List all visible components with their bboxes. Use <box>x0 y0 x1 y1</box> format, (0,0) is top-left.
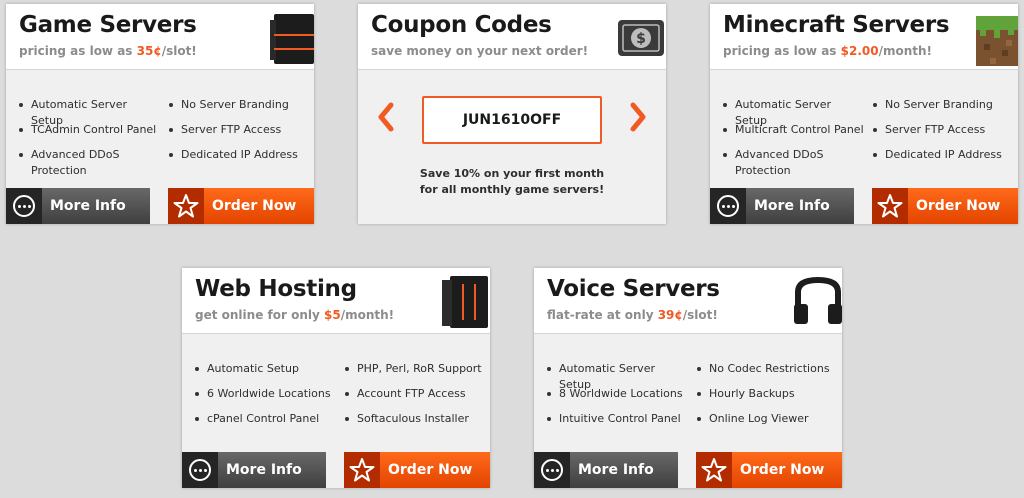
price: $2.00 <box>840 44 879 58</box>
coupon-description: Save 10% on your first month for all mon… <box>358 166 666 198</box>
feature-item: 8 Worldwide Locations <box>547 386 689 402</box>
order-icon-box <box>696 452 732 488</box>
feature-item: cPanel Control Panel <box>195 411 337 427</box>
voice-servers-card: Voice Servers flat-rate at only 39¢/slot… <box>534 268 842 488</box>
price: 35¢ <box>136 44 162 58</box>
ellipsis-icon <box>541 459 563 481</box>
order-now-button[interactable]: Order Now <box>696 452 842 488</box>
subtitle-text: flat-rate at only <box>547 308 658 322</box>
headset-icon <box>794 276 842 324</box>
feature-item: PHP, Perl, RoR Support <box>345 361 490 377</box>
more-info-button[interactable]: More Info <box>710 188 854 224</box>
server-rack-icon <box>270 14 314 64</box>
star-icon <box>701 458 727 482</box>
feature-item: Automatic Setup <box>195 361 337 377</box>
coupon-codes-card: Coupon Codes save money on your next ord… <box>358 4 666 224</box>
coupon-code: JUN1610OFF <box>422 96 602 144</box>
order-icon-box <box>168 188 204 224</box>
feature-item: No Server Branding <box>169 97 311 113</box>
feature-item: Dedicated IP Address <box>873 147 1015 163</box>
more-info-button[interactable]: More Info <box>182 452 326 488</box>
feature-item: Advanced DDoS Protection <box>19 147 149 179</box>
order-icon-box <box>872 188 908 224</box>
web-hosting-card: Web Hosting get online for only $5/month… <box>182 268 490 488</box>
card-header: Web Hosting get online for only $5/month… <box>182 268 490 334</box>
card-header: Voice Servers flat-rate at only 39¢/slot… <box>534 268 842 334</box>
more-icon-box <box>534 452 570 488</box>
next-arrow-icon[interactable] <box>630 102 648 132</box>
star-icon <box>877 194 903 218</box>
feature-item: Account FTP Access <box>345 386 487 402</box>
order-now-button[interactable]: Order Now <box>872 188 1018 224</box>
card-title: Minecraft Servers <box>723 12 950 38</box>
svg-text:$: $ <box>636 31 646 47</box>
ellipsis-icon <box>717 195 739 217</box>
ellipsis-icon <box>13 195 35 217</box>
minecraft-grass-block-icon <box>976 16 1018 66</box>
card-title: Voice Servers <box>547 276 720 302</box>
more-info-button[interactable]: More Info <box>534 452 678 488</box>
previous-arrow-icon[interactable] <box>376 102 394 132</box>
server-tower-icon <box>442 276 488 328</box>
more-info-label: More Info <box>50 198 126 214</box>
star-icon <box>173 194 199 218</box>
order-now-button[interactable]: Order Now <box>168 188 314 224</box>
card-title: Web Hosting <box>195 276 357 302</box>
order-now-label: Order Now <box>212 198 297 214</box>
more-info-label: More Info <box>578 462 654 478</box>
subtitle-text: pricing as low as <box>19 44 137 58</box>
dollar-bill-icon: $ <box>618 20 664 56</box>
feature-item: Online Log Viewer <box>697 411 839 427</box>
subtitle-text: get online for only <box>195 308 324 322</box>
more-info-button[interactable]: More Info <box>6 188 150 224</box>
price: 39¢ <box>657 308 683 322</box>
more-icon-box <box>710 188 746 224</box>
coupon-description-line: for all monthly game servers! <box>419 183 605 196</box>
feature-item: No Codec Restrictions <box>697 361 842 377</box>
feature-item: 6 Worldwide Locations <box>195 386 337 402</box>
more-info-label: More Info <box>754 198 830 214</box>
order-now-button[interactable]: Order Now <box>344 452 490 488</box>
card-header: Game Servers pricing as low as 35¢/slot! <box>6 4 314 70</box>
card-header: Minecraft Servers pricing as low as $2.0… <box>710 4 1018 70</box>
feature-item: Dedicated IP Address <box>169 147 311 163</box>
card-subtitle: get online for only $5/month! <box>195 308 394 322</box>
card-subtitle: pricing as low as $2.00/month! <box>723 44 932 58</box>
card-header: Coupon Codes save money on your next ord… <box>358 4 666 70</box>
subtitle-suffix: /slot! <box>682 308 718 322</box>
more-info-label: More Info <box>226 462 302 478</box>
card-subtitle: save money on your next order! <box>371 44 589 58</box>
feature-item: Softaculous Installer <box>345 411 487 427</box>
subtitle-suffix: /slot! <box>161 44 197 58</box>
game-servers-card: Game Servers pricing as low as 35¢/slot!… <box>6 4 314 224</box>
feature-item: Server FTP Access <box>873 122 1015 138</box>
subtitle-suffix: /month! <box>340 308 395 322</box>
feature-item: No Server Branding <box>873 97 1015 113</box>
feature-item: Hourly Backups <box>697 386 839 402</box>
card-subtitle: pricing as low as 35¢/slot! <box>19 44 197 58</box>
order-now-label: Order Now <box>740 462 825 478</box>
star-icon <box>349 458 375 482</box>
feature-item: Multicraft Control Panel <box>723 122 865 138</box>
order-icon-box <box>344 452 380 488</box>
price: $5 <box>323 308 341 322</box>
card-subtitle: flat-rate at only 39¢/slot! <box>547 308 718 322</box>
order-now-label: Order Now <box>388 462 473 478</box>
ellipsis-icon <box>189 459 211 481</box>
feature-item: TCAdmin Control Panel <box>19 122 161 138</box>
feature-item: Intuitive Control Panel <box>547 411 689 427</box>
subtitle-suffix: /month! <box>878 44 933 58</box>
more-icon-box <box>182 452 218 488</box>
coupon-description-line: Save 10% on your first month <box>419 167 605 180</box>
card-title: Coupon Codes <box>371 12 552 38</box>
feature-item: Advanced DDoS Protection <box>723 147 853 179</box>
minecraft-servers-card: Minecraft Servers pricing as low as $2.0… <box>710 4 1018 224</box>
order-now-label: Order Now <box>916 198 1001 214</box>
more-icon-box <box>6 188 42 224</box>
feature-item: Server FTP Access <box>169 122 311 138</box>
subtitle-text: pricing as low as <box>723 44 841 58</box>
card-title: Game Servers <box>19 12 197 38</box>
